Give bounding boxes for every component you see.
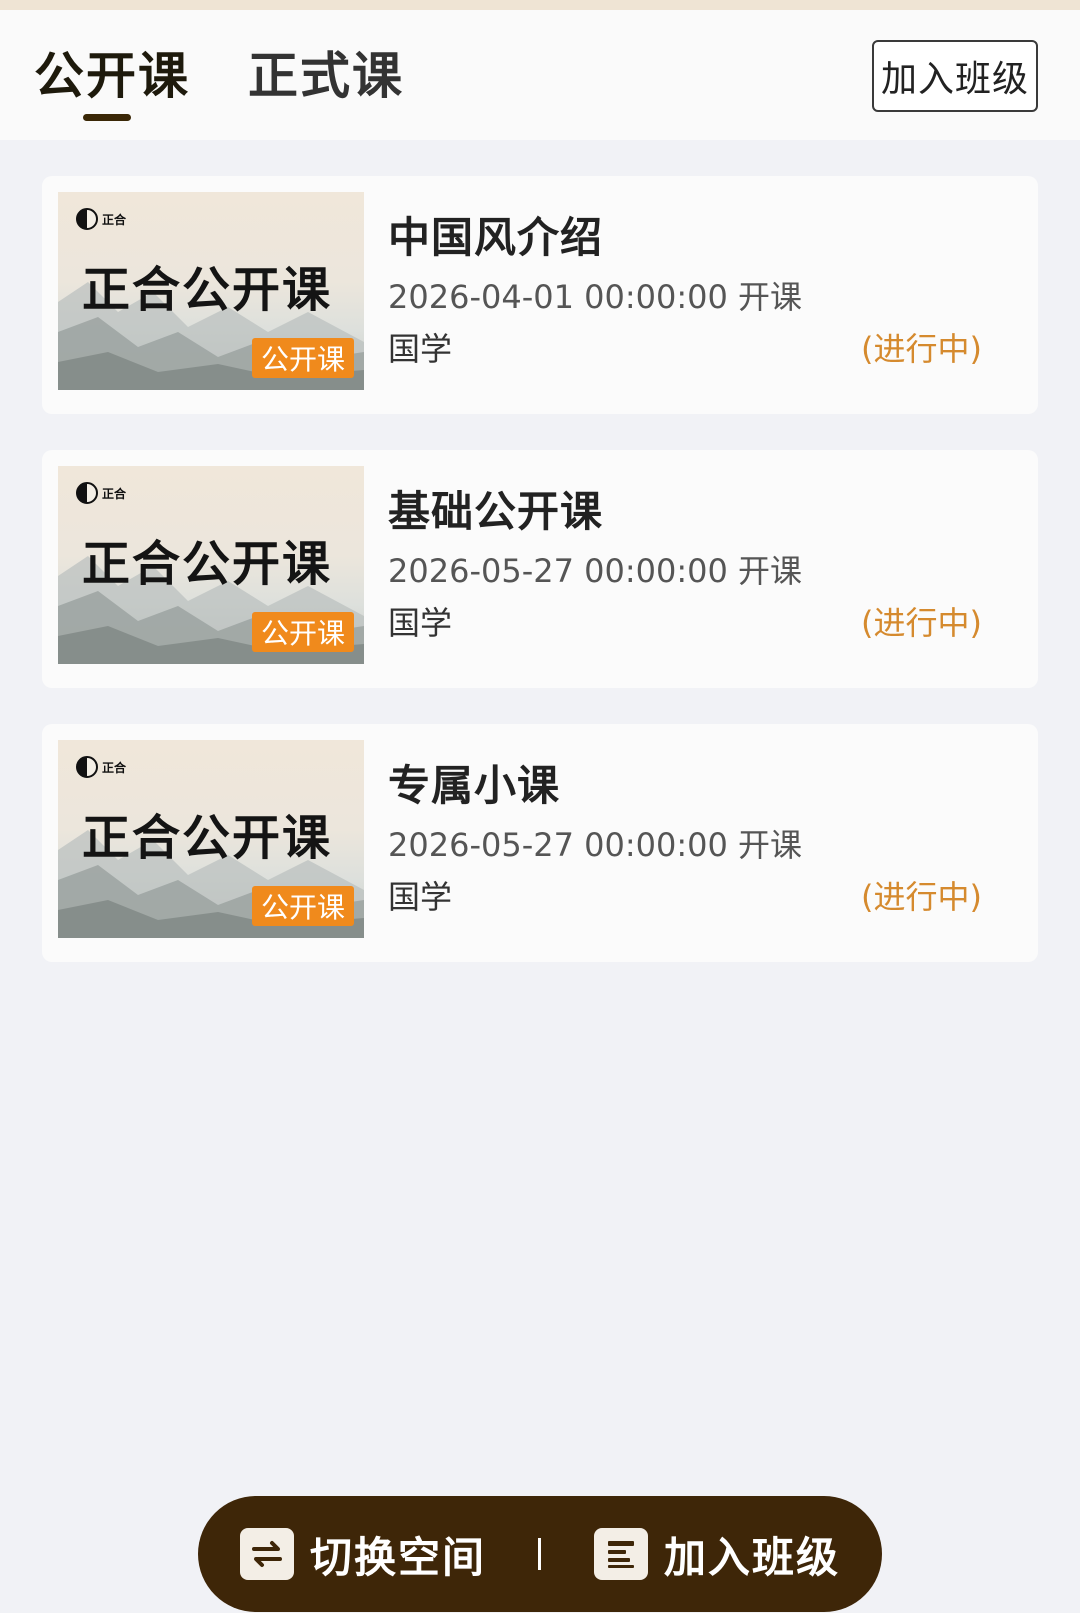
brand-logo: 正合 [76,482,126,504]
course-start-time: 2026-05-27 00:00:00 开课 [388,826,803,864]
course-card[interactable]: 正合 正合公开课 公开课 基础公开课 2026-05-27 00:00:00 开… [42,450,1038,688]
course-title: 基础公开课 [388,487,604,536]
brand-logo-text: 正合 [102,212,127,227]
brand-logo-text: 正合 [102,760,127,775]
switch-icon [240,1528,294,1580]
switch-space-button[interactable]: 切换空间 [240,1496,486,1612]
class-list-icon [594,1528,648,1580]
thumbnail-badge: 公开课 [252,612,354,652]
course-status: (进行中) [861,878,982,916]
course-start-time: 2026-05-27 00:00:00 开课 [388,552,803,590]
thumbnail-badge: 公开课 [252,338,354,378]
yin-yang-icon [76,756,98,778]
join-class-button[interactable]: 加入班级 [872,40,1038,112]
active-tab-indicator [83,114,131,121]
course-title: 专属小课 [388,761,561,810]
thumbnail-badge: 公开课 [252,886,354,926]
course-status: (进行中) [861,604,982,642]
course-title: 中国风介绍 [388,213,604,262]
thumbnail-title: 正合公开课 [82,262,333,318]
bottom-action-bar: 切换空间 加入班级 [198,1496,882,1612]
course-thumbnail: 正合 正合公开课 公开课 [58,466,364,664]
bar-divider [538,1538,541,1570]
course-thumbnail: 正合 正合公开课 公开课 [58,740,364,938]
tab-formal-course[interactable]: 正式课 [248,46,404,106]
join-class-label: 加入班级 [664,1532,841,1582]
course-start-time: 2026-04-01 00:00:00 开课 [388,278,803,316]
tab-open-course[interactable]: 公开课 [34,46,190,106]
course-category: 国学 [388,330,453,368]
course-thumbnail: 正合 正合公开课 公开课 [58,192,364,390]
top-strip [0,0,1080,10]
course-status: (进行中) [861,330,982,368]
yin-yang-icon [76,482,98,504]
brand-logo: 正合 [76,208,126,230]
join-class-bottom-button[interactable]: 加入班级 [594,1496,840,1612]
thumbnail-title: 正合公开课 [82,810,333,866]
brand-logo-text: 正合 [102,486,127,501]
thumbnail-title: 正合公开课 [82,536,333,592]
course-card[interactable]: 正合 正合公开课 公开课 中国风介绍 2026-04-01 00:00:00 开… [42,176,1038,414]
course-category: 国学 [388,878,453,916]
brand-logo: 正合 [76,756,126,778]
header: 公开课 正式课 加入班级 [0,10,1080,140]
switch-space-label: 切换空间 [310,1532,487,1582]
course-card[interactable]: 正合 正合公开课 公开课 专属小课 2026-05-27 00:00:00 开课… [42,724,1038,962]
yin-yang-icon [76,208,98,230]
course-category: 国学 [388,604,453,642]
